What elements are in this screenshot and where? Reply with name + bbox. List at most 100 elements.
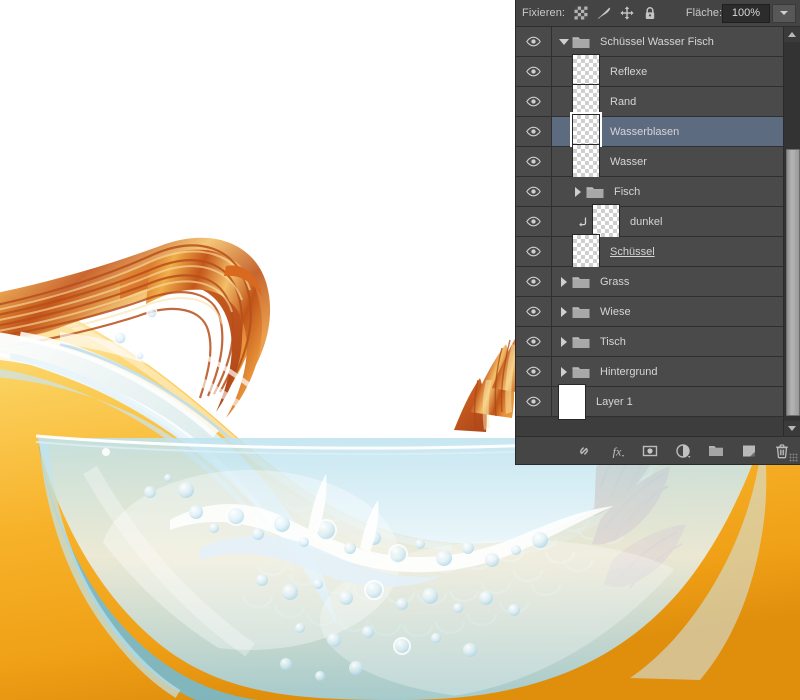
layer-row[interactable]: Reflexe	[516, 53, 784, 90]
layer-visibility-toggle[interactable]	[516, 87, 552, 116]
fill-dropdown-button[interactable]	[772, 3, 796, 23]
visibility-eye-icon[interactable]	[526, 96, 541, 107]
lock-position-icon[interactable]	[620, 6, 634, 20]
fill-value-input[interactable]: 100%	[722, 3, 770, 23]
lock-image-pixels-icon[interactable]	[597, 6, 611, 20]
new-layer-button[interactable]	[741, 443, 757, 459]
layer-name[interactable]: Rand	[610, 96, 636, 108]
new-group-button[interactable]	[708, 443, 724, 459]
layer-row-body[interactable]: Schüssel	[552, 233, 784, 270]
visibility-eye-icon[interactable]	[526, 186, 541, 197]
scroll-up-button[interactable]	[784, 27, 800, 42]
layer-visibility-toggle[interactable]	[516, 177, 552, 206]
group-expand-toggle[interactable]	[570, 186, 586, 197]
layer-row[interactable]: Schüssel Wasser Fisch	[516, 27, 784, 57]
layer-row[interactable]: Tisch	[516, 327, 784, 357]
resize-grip[interactable]	[789, 453, 798, 462]
layer-style-button[interactable]: fx	[609, 443, 625, 459]
layer-name[interactable]: Fisch	[614, 186, 640, 198]
layer-name[interactable]: Schüssel Wasser Fisch	[600, 36, 714, 48]
lock-all-icon[interactable]	[643, 6, 657, 20]
layer-row[interactable]: Wasser	[516, 143, 784, 180]
layer-row[interactable]: Wiese	[516, 297, 784, 327]
layer-row[interactable]: Layer 1	[516, 383, 784, 420]
visibility-eye-icon[interactable]	[526, 36, 541, 47]
layer-row[interactable]: dunkel	[516, 203, 784, 240]
delete-layer-button[interactable]	[774, 443, 790, 459]
layer-visibility-toggle[interactable]	[516, 267, 552, 296]
new-adjustment-layer-button[interactable]	[675, 443, 691, 459]
chevron-down-icon	[780, 11, 788, 15]
visibility-eye-icon[interactable]	[526, 216, 541, 227]
layer-thumbnail[interactable]	[572, 143, 600, 180]
layer-row[interactable]: Wasserblasen	[516, 111, 784, 152]
visibility-eye-icon[interactable]	[526, 336, 541, 347]
layer-row[interactable]: Schüssel	[516, 233, 784, 270]
layer-row-body[interactable]: dunkel	[552, 203, 784, 240]
layer-row[interactable]: Hintergrund	[516, 357, 784, 387]
visibility-eye-icon[interactable]	[526, 126, 541, 137]
layer-name[interactable]: Reflexe	[610, 66, 647, 78]
group-expand-toggle[interactable]	[556, 366, 572, 377]
layer-row-body[interactable]: Tisch	[552, 327, 784, 356]
layer-name[interactable]: Schüssel	[610, 246, 655, 258]
add-layer-mask-button[interactable]	[642, 443, 658, 459]
layer-thumbnail[interactable]	[558, 383, 586, 420]
group-collapse-toggle[interactable]	[556, 38, 572, 45]
scrollbar-thumb[interactable]	[786, 149, 800, 416]
layer-row-body[interactable]: Layer 1	[552, 383, 784, 420]
layer-thumbnail[interactable]	[572, 233, 600, 270]
visibility-eye-icon[interactable]	[526, 396, 541, 407]
layer-row-body[interactable]: Grass	[552, 267, 784, 296]
chevron-up-icon	[788, 32, 796, 37]
layer-visibility-toggle[interactable]	[516, 327, 552, 356]
layer-visibility-toggle[interactable]	[516, 117, 552, 146]
visibility-eye-icon[interactable]	[526, 246, 541, 257]
visibility-eye-icon[interactable]	[526, 66, 541, 77]
lock-label: Fixieren:	[522, 7, 566, 19]
layer-name[interactable]: Wasser	[610, 156, 647, 168]
layers-list[interactable]: Schüssel Wasser Fisch Reflexe Rand Wasserbl…	[516, 27, 784, 436]
link-layers-button[interactable]	[576, 443, 592, 459]
visibility-eye-icon[interactable]	[526, 306, 541, 317]
layers-panel[interactable]: Fixieren: Fläche: 100% Schüssel Wasser F…	[516, 0, 800, 464]
group-expand-toggle[interactable]	[556, 276, 572, 287]
layer-name[interactable]: Layer 1	[596, 396, 633, 408]
layer-row-body[interactable]: Reflexe	[552, 53, 784, 90]
layer-row-body[interactable]: Wasserblasen	[552, 111, 784, 152]
layer-row[interactable]: Grass	[516, 267, 784, 297]
layer-name[interactable]: Hintergrund	[600, 366, 657, 378]
layer-row-body[interactable]: Fisch	[552, 177, 784, 206]
layer-row-body[interactable]: Hintergrund	[552, 357, 784, 386]
layers-scrollbar[interactable]	[783, 27, 800, 436]
layer-row[interactable]: Rand	[516, 83, 784, 120]
group-expand-toggle[interactable]	[556, 336, 572, 347]
layer-visibility-toggle[interactable]	[516, 207, 552, 236]
scroll-down-button[interactable]	[784, 421, 800, 436]
layer-visibility-toggle[interactable]	[516, 237, 552, 266]
visibility-eye-icon[interactable]	[526, 366, 541, 377]
layers-bottom-toolbar[interactable]: fx	[516, 436, 800, 464]
folder-icon	[572, 306, 590, 318]
layer-visibility-toggle[interactable]	[516, 57, 552, 86]
layer-visibility-toggle[interactable]	[516, 357, 552, 386]
layer-name[interactable]: Tisch	[600, 336, 626, 348]
layer-row-body[interactable]: Rand	[552, 83, 784, 120]
visibility-eye-icon[interactable]	[526, 156, 541, 167]
layer-row-body[interactable]: Schüssel Wasser Fisch	[552, 27, 784, 56]
layer-row[interactable]: Fisch	[516, 177, 784, 207]
layer-name[interactable]: Wiese	[600, 306, 631, 318]
layer-visibility-toggle[interactable]	[516, 387, 552, 416]
layer-visibility-toggle[interactable]	[516, 27, 552, 56]
layer-row-body[interactable]: Wiese	[552, 297, 784, 326]
layer-name[interactable]: Wasserblasen	[610, 126, 679, 138]
layer-visibility-toggle[interactable]	[516, 147, 552, 176]
group-expand-toggle[interactable]	[556, 306, 572, 317]
lock-transparent-pixels-icon[interactable]	[574, 6, 588, 20]
layer-name[interactable]: Grass	[600, 276, 629, 288]
layer-visibility-toggle[interactable]	[516, 297, 552, 326]
visibility-eye-icon[interactable]	[526, 276, 541, 287]
layers-list-container[interactable]: Schüssel Wasser Fisch Reflexe Rand Wasserbl…	[516, 27, 800, 436]
layer-row-body[interactable]: Wasser	[552, 143, 784, 180]
layer-name[interactable]: dunkel	[630, 216, 662, 228]
